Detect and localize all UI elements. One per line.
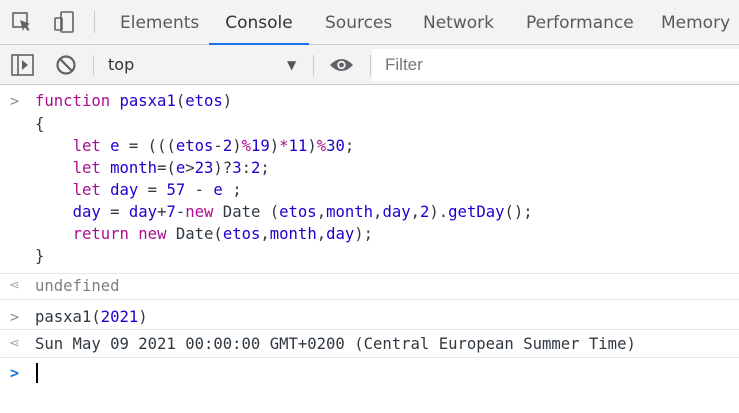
tab-console[interactable]: Console xyxy=(209,0,309,45)
dropdown-arrow-icon[interactable]: ▼ xyxy=(287,58,296,72)
input-prompt-chevron-icon: > xyxy=(10,92,20,110)
devtools-tabbar: Elements Console Sources Network Perform… xyxy=(0,0,739,45)
inspect-element-icon[interactable] xyxy=(10,10,34,34)
eye-icon[interactable] xyxy=(329,56,354,78)
console-result-message: ⋖ Sun May 09 2021 00:00:00 GMT+0200 (Cen… xyxy=(0,330,739,358)
console-input-message: > pasxa1(2021) xyxy=(0,300,739,330)
toolbar-separator xyxy=(93,55,94,76)
active-prompt-chevron-icon: > xyxy=(10,364,20,382)
tab-memory[interactable]: Memory xyxy=(661,0,730,44)
toolbar-separator xyxy=(313,55,314,76)
code-line: pasxa1(2021) xyxy=(35,308,148,326)
code-line: function pasxa1(etos) xyxy=(35,92,233,110)
code-line: { xyxy=(35,115,45,133)
clear-console-icon[interactable] xyxy=(55,54,77,80)
sidebar-toggle-icon[interactable] xyxy=(11,54,34,80)
code-line: let e = (((etos-2)%19)*11)%30; xyxy=(72,137,355,155)
device-toolbar-icon[interactable] xyxy=(52,10,76,34)
tabbar-separator xyxy=(94,11,95,33)
filter-input[interactable] xyxy=(372,49,739,81)
console-input-message: > function pasxa1(etos) { let e = (((eto… xyxy=(0,85,739,274)
code-line: let day = 57 - e ; xyxy=(72,181,242,199)
code-line: let month=(e>23)?3:2; xyxy=(72,159,270,177)
console-result-message: ⋖ undefined xyxy=(0,274,739,300)
return-arrow-icon: ⋖ xyxy=(9,336,20,351)
tab-network[interactable]: Network xyxy=(423,0,494,44)
tab-elements[interactable]: Elements xyxy=(120,0,199,44)
input-prompt-chevron-icon: > xyxy=(10,308,20,326)
code-line: day = day+7-new Date (etos,month,day,2).… xyxy=(72,203,533,221)
code-line: } xyxy=(35,247,45,265)
result-value: undefined xyxy=(35,277,120,295)
context-selector[interactable]: top xyxy=(108,55,134,74)
toolbar-separator xyxy=(370,55,371,76)
console-output: > function pasxa1(etos) { let e = (((eto… xyxy=(0,85,739,413)
return-arrow-icon: ⋖ xyxy=(9,278,20,293)
result-value: Sun May 09 2021 00:00:00 GMT+0200 (Centr… xyxy=(35,335,636,353)
code-line: return new Date(etos,month,day); xyxy=(72,225,374,243)
tab-performance[interactable]: Performance xyxy=(526,0,634,44)
console-toolbar: top ▼ xyxy=(0,45,739,85)
tab-sources[interactable]: Sources xyxy=(325,0,392,44)
console-prompt-input[interactable] xyxy=(36,363,38,383)
